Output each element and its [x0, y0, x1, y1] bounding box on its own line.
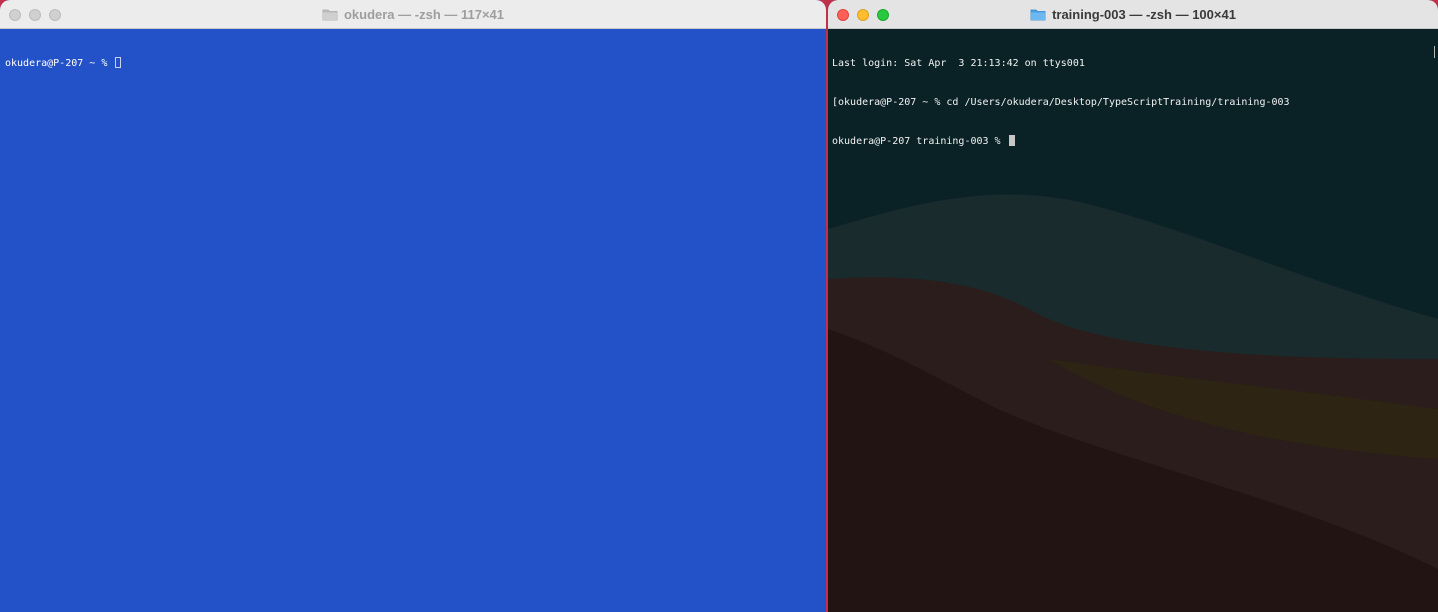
window-title: okudera — -zsh — 117×41 — [343, 6, 505, 22]
zoom-button[interactable] — [49, 9, 61, 21]
traffic-lights-right — [837, 9, 889, 21]
titlebar-left[interactable]: okudera — -zsh — 117×41 — [0, 0, 826, 29]
folder-icon — [1030, 9, 1046, 20]
cursor — [115, 57, 122, 68]
window-title-group: training-003 — -zsh — 100×41 — [1030, 7, 1236, 22]
terminal-window-left[interactable]: okudera — -zsh — 117×41 okudera@P-207 ~ … — [0, 0, 826, 612]
command-line: [okudera@P-207 ~ % cd /Users/okudera/Des… — [832, 97, 1290, 108]
terminal-output[interactable]: Last login: Sat Apr 3 21:13:42 on ttys00… — [828, 29, 1438, 612]
window-title: training-003 — -zsh — 100×41 — [1052, 6, 1236, 22]
close-button[interactable] — [837, 9, 849, 21]
scroll-marker — [1431, 46, 1435, 58]
prompt-line: okudera@P-207 training-003 % — [832, 135, 1433, 148]
folder-icon — [322, 9, 338, 20]
terminal-output[interactable]: okudera@P-207 ~ % — [0, 29, 826, 612]
close-button[interactable] — [9, 9, 21, 21]
titlebar-right[interactable]: training-003 — -zsh — 100×41 — [828, 0, 1438, 29]
zoom-button[interactable] — [877, 9, 889, 21]
prompt-line: okudera@P-207 ~ % — [5, 57, 821, 70]
minimize-button[interactable] — [29, 9, 41, 21]
window-title-group: okudera — -zsh — 117×41 — [322, 7, 504, 22]
minimize-button[interactable] — [857, 9, 869, 21]
terminal-window-right[interactable]: training-003 — -zsh — 100×41 Last login:… — [828, 0, 1438, 612]
traffic-lights-left — [9, 9, 61, 21]
cursor — [1008, 135, 1015, 146]
login-line: Last login: Sat Apr 3 21:13:42 on ttys00… — [832, 58, 1085, 69]
